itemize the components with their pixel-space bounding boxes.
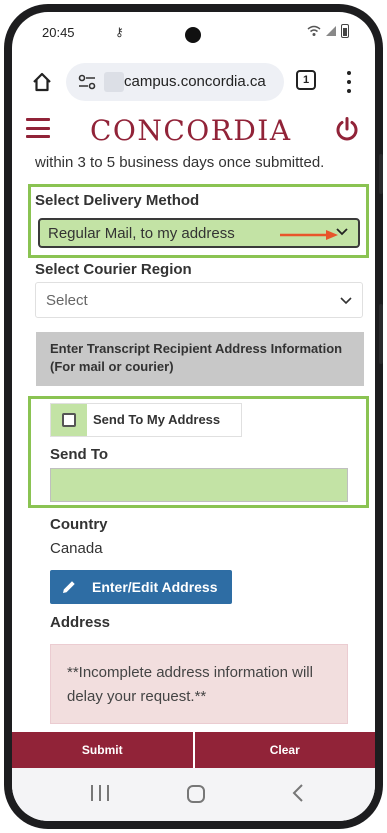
send-to-input[interactable] — [50, 468, 348, 502]
clear-button[interactable]: Clear — [192, 732, 375, 768]
browser-menu-button[interactable] — [344, 68, 354, 96]
url-redaction — [104, 72, 124, 92]
edit-address-label: Enter/Edit Address — [92, 579, 218, 595]
wifi-icon — [307, 25, 321, 36]
incomplete-address-warning: **Incomplete address information will de… — [50, 644, 348, 724]
system-nav-bar — [12, 768, 375, 821]
address-label: Address — [50, 614, 111, 631]
country-label: Country — [50, 516, 108, 533]
camera-cutout — [185, 27, 201, 43]
edit-address-button[interactable]: Enter/Edit Address — [50, 570, 232, 604]
arrow-annotation-icon — [280, 230, 338, 240]
tab-switcher-button[interactable]: 1 — [296, 70, 316, 90]
concordia-logo[interactable]: CONCORDIA — [90, 114, 292, 147]
send-to-my-address-option[interactable]: Send To My Address — [50, 403, 242, 437]
send-to-my-address-label: Send To My Address — [93, 412, 221, 427]
status-bar: 20:45 ⚷ — [12, 12, 375, 48]
site-header: CONCORDIA — [12, 108, 375, 152]
recipient-info-banner: Enter Transcript Recipient Address Infor… — [36, 332, 364, 386]
status-icons — [307, 24, 349, 38]
back-icon[interactable] — [292, 783, 304, 803]
phone-frame: 20:45 ⚷ campus.concordia.ca 1 CONCORDIA … — [4, 4, 383, 829]
key-icon: ⚷ — [115, 25, 124, 39]
delivery-method-select[interactable]: Regular Mail, to my address — [38, 218, 360, 248]
courier-region-label: Select Courier Region — [35, 261, 192, 278]
home-icon — [33, 72, 51, 92]
checkbox-area — [51, 404, 87, 436]
chevron-down-icon — [336, 228, 348, 236]
volume-button — [379, 154, 383, 194]
browser-toolbar: campus.concordia.ca 1 — [12, 56, 375, 108]
hamburger-menu-icon[interactable] — [26, 118, 50, 138]
action-bar: Submit Clear — [12, 732, 375, 768]
form-content: within 3 to 5 business days once submitt… — [12, 152, 375, 732]
address-bar[interactable]: campus.concordia.ca — [66, 63, 284, 101]
courier-region-placeholder: Select — [46, 292, 88, 309]
delivery-method-value: Regular Mail, to my address — [48, 225, 235, 242]
signal-icon — [326, 26, 336, 36]
url-text: campus.concordia.ca — [124, 73, 266, 90]
chevron-down-icon — [340, 297, 352, 305]
recent-apps-icon[interactable] — [91, 785, 109, 801]
country-value: Canada — [50, 540, 103, 557]
screen: 20:45 ⚷ campus.concordia.ca 1 CONCORDIA … — [12, 12, 375, 821]
delivery-method-label: Select Delivery Method — [35, 192, 200, 209]
intro-text: within 3 to 5 business days once submitt… — [35, 154, 325, 171]
pencil-icon — [63, 581, 75, 593]
site-settings-icon[interactable] — [78, 74, 96, 90]
power-side-button — [379, 304, 383, 364]
status-time: 20:45 — [42, 25, 75, 40]
courier-region-select[interactable]: Select — [35, 282, 363, 318]
send-to-label: Send To — [50, 446, 109, 463]
battery-icon — [341, 24, 349, 38]
home-nav-icon[interactable] — [187, 785, 205, 803]
home-button[interactable] — [28, 68, 56, 96]
power-icon[interactable] — [334, 116, 360, 142]
send-to-my-address-checkbox[interactable] — [62, 413, 76, 427]
submit-button[interactable]: Submit — [12, 732, 193, 768]
